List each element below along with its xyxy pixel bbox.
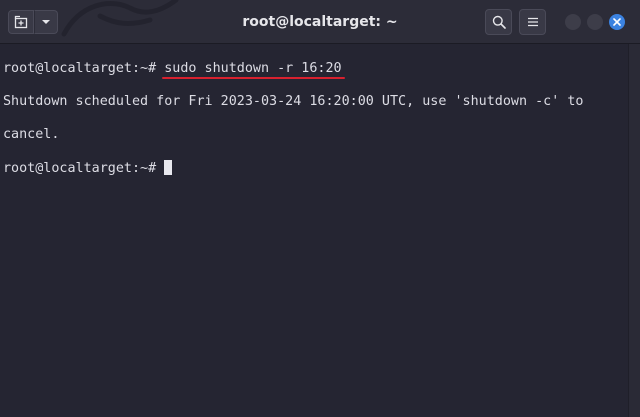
new-tab-button[interactable] — [8, 10, 34, 34]
dragon-watermark-icon — [61, 0, 179, 37]
shutdown-command: sudo shutdown -r 16:20 — [162, 60, 345, 79]
search-button[interactable] — [485, 9, 512, 35]
command-text: sudo shutdown -r 16:20 — [164, 60, 342, 76]
command-line: root@localtarget:~# sudo shutdown -r 16:… — [3, 60, 628, 79]
minimize-button[interactable] — [565, 14, 581, 30]
terminal-scrollbar[interactable] — [628, 44, 640, 417]
close-icon — [613, 18, 621, 26]
maximize-button[interactable] — [587, 14, 603, 30]
main-menu-button[interactable] — [519, 9, 546, 35]
search-icon — [492, 15, 506, 29]
text-cursor — [164, 159, 173, 175]
prompt-line: root@localtarget:~# — [3, 159, 628, 177]
shell-prompt: root@localtarget:~# — [3, 160, 157, 176]
tab-options-dropdown-button[interactable] — [34, 10, 58, 34]
close-button[interactable] — [609, 14, 625, 30]
annotation-underline — [162, 76, 345, 79]
output-line: Shutdown scheduled for Fri 2023-03-24 16… — [3, 93, 584, 109]
terminal-window: root@localtarget: ~ root@localtarget:~# … — [0, 0, 640, 417]
title-bar[interactable]: root@localtarget: ~ — [0, 0, 640, 44]
new-tab-icon — [14, 15, 28, 29]
shell-prompt: root@localtarget:~# — [3, 60, 157, 76]
hamburger-menu-icon — [527, 17, 538, 27]
chevron-down-icon — [42, 20, 50, 24]
terminal-output[interactable]: root@localtarget:~# sudo shutdown -r 16:… — [0, 44, 628, 417]
output-line: cancel. — [3, 126, 60, 142]
